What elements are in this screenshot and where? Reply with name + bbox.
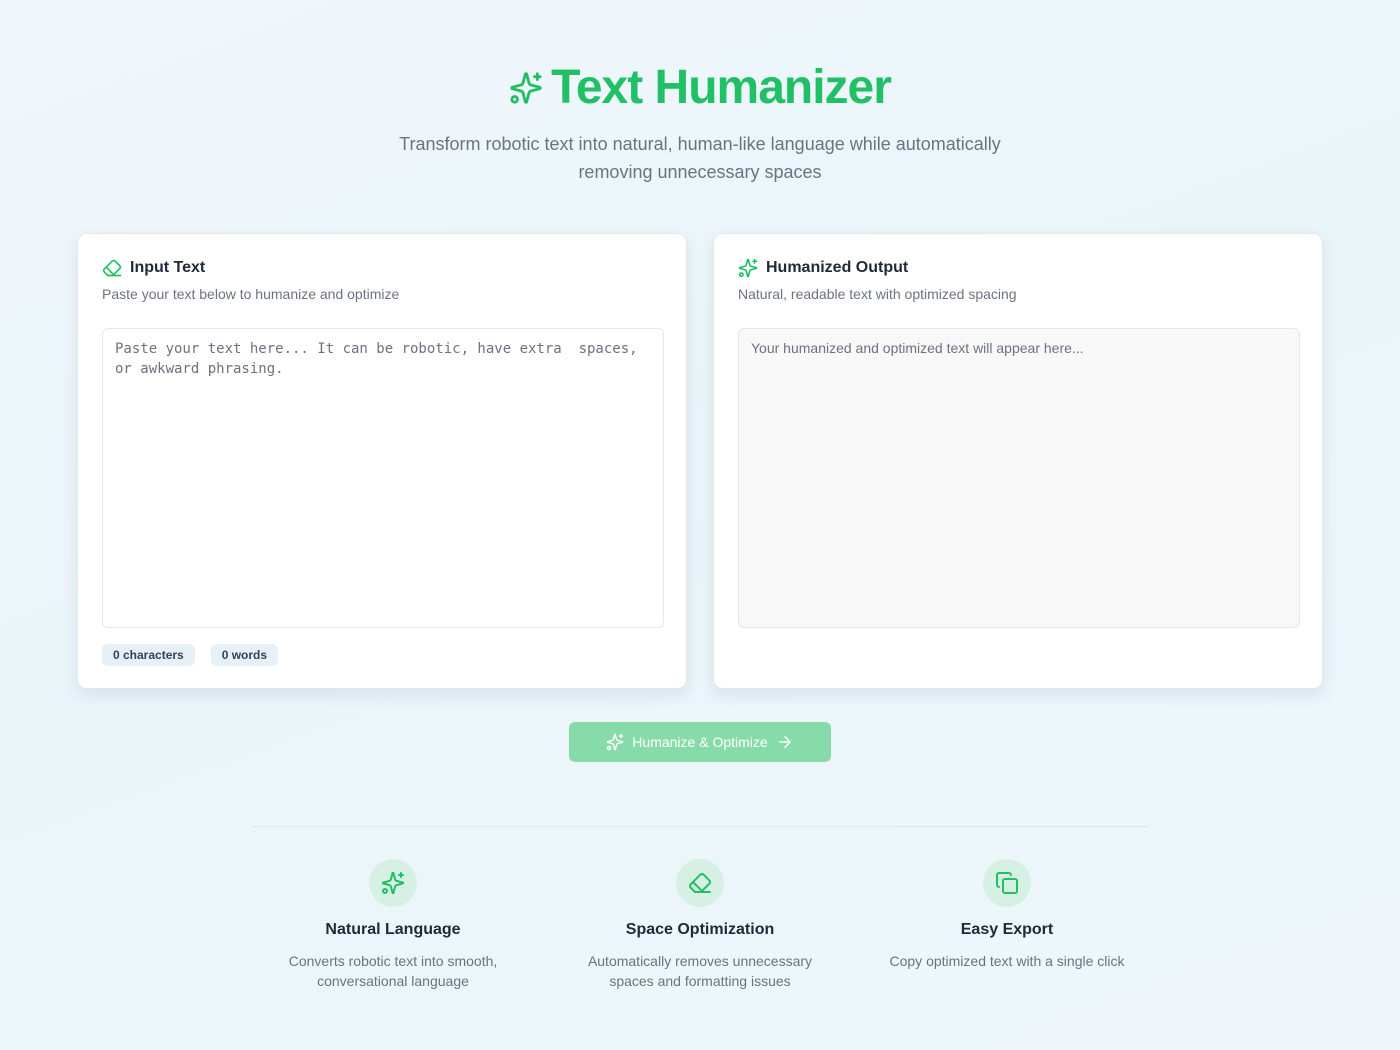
input-card-title: Input Text [130,259,206,276]
output-text-area[interactable]: Your humanized and optimized text will a… [738,328,1300,628]
sparkles-icon [509,71,543,105]
feature-space-optimization: Space Optimization Automatically removes… [550,859,850,991]
feature-description: Automatically removes unnecessary spaces… [587,953,813,989]
humanize-optimize-button[interactable]: Humanize & Optimize [569,722,831,762]
title-row: Text Humanizer [0,60,1400,116]
feature-icon-badge [983,859,1031,907]
input-card: Input Text Paste your text below to huma… [77,233,687,689]
sparkles-icon [606,733,624,751]
input-card-header: Input Text [102,258,205,278]
feature-easy-export: Easy Export Copy optimized text with a s… [857,859,1157,971]
output-card-description: Natural, readable text with optimized sp… [738,286,1017,302]
output-card-title: Humanized Output [766,259,909,276]
page-title: Text Humanizer [551,61,892,114]
sparkles-icon [381,871,405,895]
input-textarea[interactable] [102,328,664,628]
output-card: Humanized Output Natural, readable text … [713,233,1323,689]
eraser-icon [688,871,712,895]
output-card-header: Humanized Output [738,258,908,278]
feature-title: Natural Language [325,921,461,938]
word-count-badge: 0 words [210,644,279,666]
section-divider [253,826,1148,827]
feature-icon-badge [676,859,724,907]
arrow-right-icon [776,733,794,751]
input-counters: 0 characters 0 words [102,644,279,666]
feature-title: Space Optimization [625,921,775,938]
sparkles-icon [738,258,758,278]
feature-icon-badge [369,859,417,907]
feature-description: Converts robotic text into smooth, conve… [288,953,498,989]
output-placeholder: Your humanized and optimized text will a… [751,340,1084,356]
copy-icon [995,871,1019,895]
feature-natural-language: Natural Language Converts robotic text i… [243,859,543,991]
page-subtitle: Transform robotic text into natural, hum… [399,134,1001,182]
feature-description: Copy optimized text with a single click [889,953,1125,969]
eraser-icon [102,258,122,278]
page-header: Text Humanizer Transform robotic text in… [0,60,1400,186]
humanize-optimize-label: Humanize & Optimize [632,734,768,750]
feature-title: Easy Export [960,921,1054,938]
character-count-badge: 0 characters [102,644,195,666]
input-card-description: Paste your text below to humanize and op… [102,286,400,302]
